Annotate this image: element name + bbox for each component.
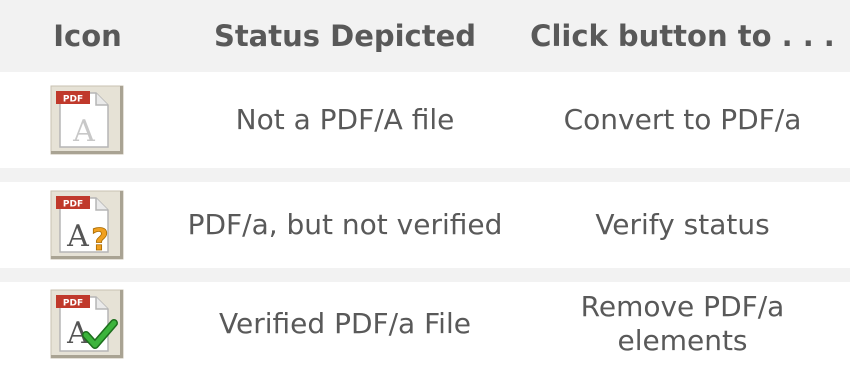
icon-cell: PDF A: [0, 289, 175, 359]
pdf-a-unverified-icon[interactable]: PDF A ?: [50, 190, 124, 260]
header-action: Click button to . . .: [530, 19, 835, 53]
svg-text:PDF: PDF: [63, 95, 83, 105]
table-row: PDF A Verified PDF/a File Remove PDF/a e…: [0, 282, 850, 366]
header-icon: Icon: [53, 19, 122, 53]
icon-cell: PDF A: [0, 85, 175, 155]
header-status: Status Depicted: [213, 19, 477, 53]
table-row: PDF A Not a PDF/A file Convert to PDF/a: [0, 72, 850, 168]
status-table: Icon Status Depicted Click button to . .…: [0, 0, 850, 366]
action-text: Convert to PDF/a: [563, 103, 802, 136]
svg-text:?: ?: [91, 223, 108, 258]
svg-text:PDF: PDF: [63, 299, 83, 309]
status-text: PDF/a, but not verified: [187, 208, 503, 241]
table-row: PDF A ? PDF/a, but not verified Verify s…: [0, 182, 850, 268]
pdf-a-verified-icon[interactable]: PDF A: [50, 289, 124, 359]
pdf-a-not-pdfa-icon[interactable]: PDF A: [50, 85, 124, 155]
svg-text:PDF: PDF: [63, 200, 83, 210]
action-text: Verify status: [595, 208, 770, 241]
table-header-row: Icon Status Depicted Click button to . .…: [0, 0, 850, 72]
row-separator: [0, 268, 850, 282]
icon-cell: PDF A ?: [0, 190, 175, 260]
svg-text:A: A: [66, 219, 89, 254]
svg-text:A: A: [72, 114, 95, 149]
action-text: Remove PDF/a elements: [580, 290, 785, 357]
status-text: Not a PDF/A file: [235, 103, 455, 136]
row-separator: [0, 168, 850, 182]
status-text: Verified PDF/a File: [219, 307, 471, 340]
